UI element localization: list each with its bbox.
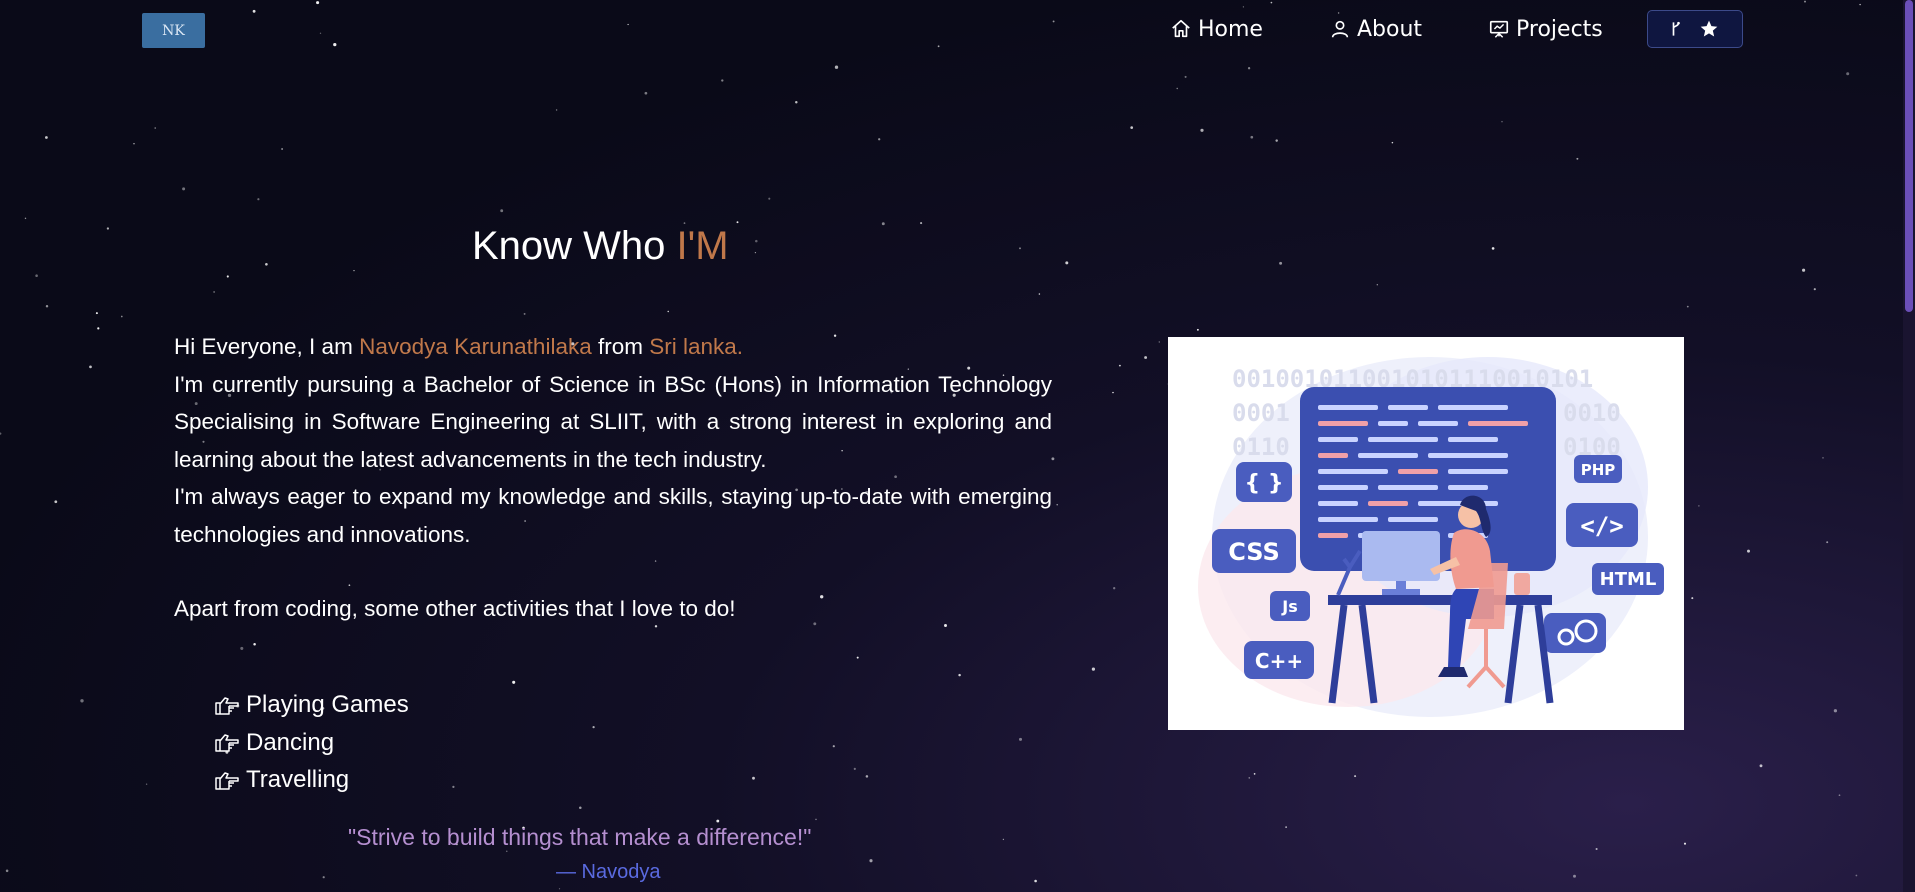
- user-icon: [1331, 20, 1349, 38]
- top-nav: Home About Projects: [1170, 10, 1743, 48]
- heading-accent: I'M: [676, 224, 729, 268]
- about-heading: Know Who I'M: [472, 224, 729, 269]
- scrollbar-thumb[interactable]: [1905, 0, 1913, 312]
- list-item: Playing Games: [214, 686, 409, 724]
- activity-label: Playing Games: [246, 691, 409, 718]
- home-icon: [1172, 19, 1190, 38]
- chip-code: </>: [1580, 512, 1623, 540]
- star-icon: [1700, 20, 1718, 37]
- scrollbar[interactable]: [1903, 0, 1915, 892]
- about-bio: Hi Everyone, I am Navodya Karunathilaka …: [174, 328, 1052, 628]
- heading-text: Know Who: [472, 224, 677, 268]
- chip-braces: { }: [1245, 471, 1284, 496]
- projects-icon: [1489, 20, 1509, 38]
- bio-paragraph-1: I'm currently pursuing a Bachelor of Sci…: [174, 371, 1052, 472]
- list-item: Dancing: [214, 724, 409, 762]
- nav-projects-label: Projects: [1516, 16, 1603, 42]
- developer-illustration: 0010010110010101110010101 0001 0010 0110…: [1168, 337, 1684, 730]
- bio-paragraph-2: I'm always eager to expand my knowledge …: [174, 484, 1052, 547]
- pointing-hand-icon: [215, 772, 239, 790]
- nav-about-label: About: [1356, 16, 1423, 42]
- intro-text-2: from: [591, 334, 650, 359]
- nav-home[interactable]: Home: [1170, 12, 1263, 46]
- chip-css: CSS: [1228, 538, 1280, 566]
- list-item: Travelling: [214, 761, 409, 799]
- nav-projects[interactable]: Projects: [1488, 12, 1603, 46]
- author-name: Navodya Karunathilaka: [359, 334, 592, 359]
- author-country: Sri lanka.: [649, 334, 744, 359]
- nav-about[interactable]: About: [1329, 12, 1422, 46]
- github-star-button[interactable]: [1646, 10, 1743, 48]
- chip-js: Js: [1281, 597, 1297, 616]
- activities-intro: Apart from coding, some other activities…: [174, 596, 736, 621]
- binary-text: 0110: [1232, 433, 1290, 461]
- activity-label: Travelling: [246, 766, 350, 793]
- site-logo[interactable]: NK: [142, 13, 205, 48]
- logo-text: NK: [162, 22, 185, 39]
- chip-php: PHP: [1581, 461, 1616, 479]
- chip-cpp: C++: [1255, 649, 1303, 673]
- pointing-hand-icon: [215, 734, 239, 752]
- fork-icon: [1672, 21, 1680, 36]
- chip-html: HTML: [1600, 569, 1657, 590]
- quote-text: "Strive to build things that make a diff…: [348, 824, 812, 850]
- binary-text: 0010: [1563, 399, 1621, 427]
- intro-text-1: Hi Everyone, I am: [174, 334, 360, 359]
- activities-list: Playing Games Dancing Travelling: [214, 686, 409, 799]
- nav-home-label: Home: [1198, 16, 1263, 42]
- activity-label: Dancing: [246, 728, 335, 756]
- intro-line: Hi Everyone, I am Navodya Karunathilaka …: [174, 328, 1052, 366]
- binary-text: 0001: [1232, 399, 1290, 427]
- quote-author: — Navodya: [556, 861, 661, 883]
- pointing-hand-icon: [215, 697, 239, 715]
